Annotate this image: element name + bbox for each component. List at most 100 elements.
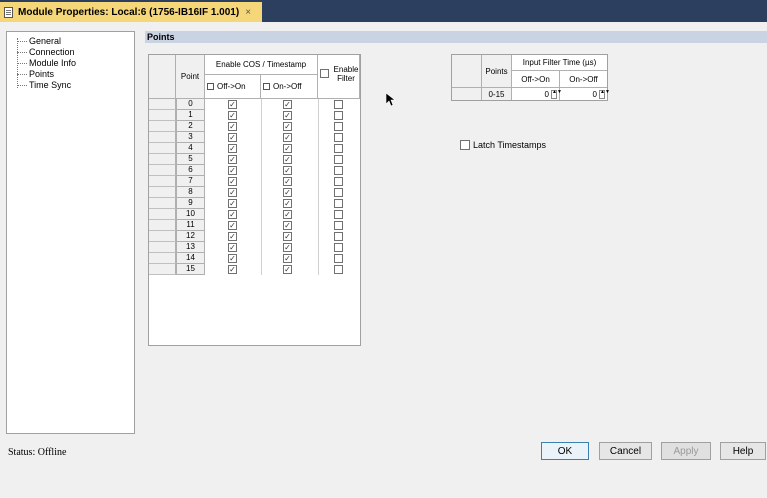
document-icon xyxy=(4,6,13,18)
col-header-off-on[interactable]: Off->On xyxy=(205,75,261,99)
tree-item-time-sync[interactable]: Time Sync xyxy=(7,80,71,91)
col-header-on-off[interactable]: On->Off xyxy=(261,75,318,99)
off-on-checkbox[interactable]: ✓ xyxy=(228,144,237,153)
on-off-checkbox[interactable]: ✓ xyxy=(283,254,292,263)
toggle-all-icon[interactable] xyxy=(263,83,270,90)
row-header xyxy=(149,198,176,209)
tree-item-general[interactable]: General xyxy=(7,36,61,47)
filter-checkbox[interactable] xyxy=(334,188,343,197)
toggle-all-icon[interactable] xyxy=(207,83,214,90)
filter-checkbox[interactable] xyxy=(334,254,343,263)
on-off-checkbox[interactable]: ✓ xyxy=(283,111,292,120)
row-header xyxy=(149,220,176,231)
off-on-checkbox[interactable]: ✓ xyxy=(228,133,237,142)
grid-divider xyxy=(318,231,319,242)
filter-checkbox[interactable] xyxy=(334,155,343,164)
on-off-checkbox[interactable]: ✓ xyxy=(283,210,292,219)
off-on-checkbox[interactable]: ✓ xyxy=(228,265,237,274)
on-off-checkbox[interactable]: ✓ xyxy=(283,122,292,131)
off-on-checkbox[interactable]: ✓ xyxy=(228,199,237,208)
ft-col-points: Points xyxy=(482,55,512,88)
grid-divider xyxy=(261,187,262,198)
filter-checkbox[interactable] xyxy=(334,111,343,120)
grid-divider xyxy=(261,99,262,110)
tree-item-label: Module Info xyxy=(29,58,77,68)
filter-checkbox[interactable] xyxy=(334,144,343,153)
filter-checkbox[interactable] xyxy=(334,210,343,219)
col-header-filter[interactable]: Enable Filter xyxy=(318,55,360,99)
ft-on-off-stepper[interactable]: 0 ▲▼ xyxy=(560,88,610,100)
cancel-button[interactable]: Cancel xyxy=(599,442,652,460)
off-on-checkbox[interactable]: ✓ xyxy=(228,177,237,186)
grid-divider xyxy=(261,198,262,209)
off-on-checkbox[interactable]: ✓ xyxy=(228,221,237,230)
on-off-checkbox[interactable]: ✓ xyxy=(283,243,292,252)
grid-divider xyxy=(261,165,262,176)
off-on-checkbox[interactable]: ✓ xyxy=(228,188,237,197)
latch-timestamps-label: Latch Timestamps xyxy=(473,140,547,150)
filter-checkbox[interactable] xyxy=(334,100,343,109)
tree-item-module-info[interactable]: Module Info xyxy=(7,58,76,69)
ft-on-off-value: 0 xyxy=(592,89,597,99)
tree-item-connection[interactable]: Connection xyxy=(7,47,75,58)
status-text: Status: Offline xyxy=(8,447,67,458)
filter-checkbox[interactable] xyxy=(334,265,343,274)
off-on-checkbox[interactable]: ✓ xyxy=(228,254,237,263)
latch-timestamps-checkbox[interactable] xyxy=(460,140,470,150)
filter-checkbox[interactable] xyxy=(334,122,343,131)
on-off-checkbox[interactable]: ✓ xyxy=(283,188,292,197)
on-off-checkbox[interactable]: ✓ xyxy=(283,265,292,274)
help-button[interactable]: Help xyxy=(720,442,766,460)
close-icon[interactable]: × xyxy=(245,7,251,18)
spinner-icon[interactable]: ▲▼ xyxy=(599,89,610,99)
off-on-checkbox[interactable]: ✓ xyxy=(228,155,237,164)
on-off-checkbox[interactable]: ✓ xyxy=(283,221,292,230)
ok-button[interactable]: OK xyxy=(541,442,589,460)
off-on-checkbox[interactable]: ✓ xyxy=(228,111,237,120)
off-on-checkbox[interactable]: ✓ xyxy=(228,210,237,219)
points-panel: Points Point Enable COS / Timestamp Off-… xyxy=(145,31,767,434)
off-on-checkbox[interactable]: ✓ xyxy=(228,122,237,131)
tree-item-label: Points xyxy=(29,69,55,79)
tree-item-points[interactable]: Points xyxy=(7,69,54,80)
on-off-checkbox[interactable]: ✓ xyxy=(283,166,292,175)
table-row: 13 ✓ ✓ xyxy=(149,242,360,253)
latch-timestamps[interactable]: Latch Timestamps xyxy=(460,140,546,150)
off-on-checkbox[interactable]: ✓ xyxy=(228,232,237,241)
on-off-checkbox[interactable]: ✓ xyxy=(283,155,292,164)
on-off-checkbox[interactable]: ✓ xyxy=(283,100,292,109)
filter-checkbox[interactable] xyxy=(334,243,343,252)
col-header-on-off-label: On->Off xyxy=(273,82,302,91)
apply-button[interactable]: Apply xyxy=(661,442,711,460)
grid-divider xyxy=(318,121,319,132)
ft-off-on-value: 0 xyxy=(544,89,549,99)
off-on-checkbox[interactable]: ✓ xyxy=(228,243,237,252)
row-header xyxy=(149,165,176,176)
on-off-checkbox[interactable]: ✓ xyxy=(283,133,292,142)
filter-all-checkbox[interactable] xyxy=(320,69,329,78)
filter-checkbox[interactable] xyxy=(334,232,343,241)
row-header xyxy=(149,187,176,198)
point-number: 3 xyxy=(176,132,205,143)
filter-checkbox[interactable] xyxy=(334,199,343,208)
ft-row-header xyxy=(452,88,482,100)
table-row: 2 ✓ ✓ xyxy=(149,121,360,132)
ft-off-on-stepper[interactable]: 0 ▲▼ xyxy=(512,88,562,100)
off-on-checkbox[interactable]: ✓ xyxy=(228,166,237,175)
row-header xyxy=(149,176,176,187)
table-row: 14 ✓ ✓ xyxy=(149,253,360,264)
on-off-checkbox[interactable]: ✓ xyxy=(283,144,292,153)
filter-checkbox[interactable] xyxy=(334,177,343,186)
off-on-checkbox[interactable]: ✓ xyxy=(228,100,237,109)
window-tab[interactable]: Module Properties: Local:6 (1756-IB16IF … xyxy=(0,2,262,22)
grid-divider xyxy=(261,231,262,242)
spinner-icon[interactable]: ▲▼ xyxy=(551,89,562,99)
point-number: 9 xyxy=(176,198,205,209)
on-off-checkbox[interactable]: ✓ xyxy=(283,232,292,241)
filter-checkbox[interactable] xyxy=(334,221,343,230)
filter-checkbox[interactable] xyxy=(334,133,343,142)
on-off-checkbox[interactable]: ✓ xyxy=(283,177,292,186)
on-off-checkbox[interactable]: ✓ xyxy=(283,199,292,208)
ft-col-on-off: On->Off xyxy=(560,71,607,88)
filter-checkbox[interactable] xyxy=(334,166,343,175)
